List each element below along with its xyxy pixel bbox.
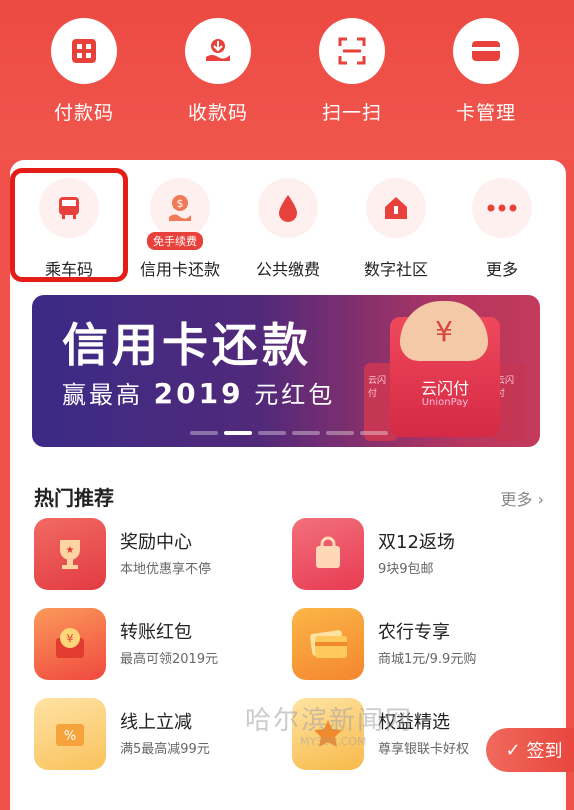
header-bar: 付款码 收款码 扫一扫 卡管理	[0, 0, 574, 160]
more-label: 更多	[500, 490, 533, 509]
banner-suffix: 元红包	[254, 381, 336, 409]
sign-in-button[interactable]: ✓ 签到	[486, 728, 574, 772]
banner-subtitle: 赢最高 2019 元红包	[62, 375, 335, 410]
rec-desc: 商城1元/9.9元购	[378, 652, 477, 667]
bank-card-icon	[292, 608, 364, 680]
service-label: 乘车码	[44, 260, 93, 279]
sign-in-label: 签到	[526, 741, 563, 762]
trophy-icon: ★	[34, 518, 106, 590]
svg-text:¥: ¥	[67, 632, 74, 645]
pagination-dot[interactable]	[258, 431, 286, 435]
receive-code-button[interactable]: 收款码	[158, 18, 278, 125]
pay-code-button[interactable]: 付款码	[24, 18, 144, 125]
rec-desc: 9块9包邮	[378, 562, 434, 577]
svg-text:★: ★	[66, 545, 75, 556]
red-envelope-icon: ¥	[34, 608, 106, 680]
rec-title: 奖励中心	[120, 532, 192, 553]
banner-prefix: 赢最高	[62, 381, 143, 409]
section-title: 热门推荐	[34, 486, 114, 510]
rec-title: 线上立减	[120, 712, 192, 733]
service-more[interactable]: 更多	[452, 178, 552, 280]
rec-item[interactable]: 农行专享 商城1元/9.9元购	[292, 608, 542, 680]
pagination-dot[interactable]	[190, 431, 218, 435]
service-label: 数字社区	[363, 260, 428, 279]
service-digital-community[interactable]: 数字社区	[346, 178, 446, 280]
hand-receive-icon	[185, 18, 251, 84]
rec-desc: 尊享银联卡好权	[378, 742, 470, 757]
watermark-sub: MY399.COM	[300, 735, 367, 748]
check-icon: ✓	[505, 739, 521, 761]
promo-banner[interactable]: 信用卡还款 赢最高 2019 元红包 云闪付 云闪付 云闪付 UnionPay …	[32, 295, 540, 447]
pagination-dot[interactable]	[360, 431, 388, 435]
home-icon	[366, 178, 426, 238]
envelope-brand-sub: UnionPay	[421, 397, 469, 408]
rec-desc: 满5最高减99元	[120, 742, 210, 757]
rec-item[interactable]: ¥ 转账红包 最高可领2019元	[34, 608, 284, 680]
service-label: 信用卡还款	[139, 260, 220, 279]
banner-amount: 2019	[153, 377, 244, 410]
credit-repay-icon: $	[150, 178, 210, 238]
envelope-brand: 云闪付	[420, 379, 469, 398]
service-label: 公共缴费	[255, 260, 320, 279]
section-more-link[interactable]: 更多 ›	[500, 486, 544, 510]
svg-text:%: %	[64, 729, 76, 744]
rec-title: 双12返场	[378, 532, 455, 553]
water-drop-icon	[258, 178, 318, 238]
service-transit-code[interactable]: 乘车码	[19, 178, 119, 280]
more-icon	[472, 178, 532, 238]
chevron-right-icon: ›	[537, 490, 544, 509]
banner-pagination[interactable]	[190, 431, 388, 435]
rec-desc: 本地优惠享不停	[120, 562, 212, 577]
scan-icon	[319, 18, 385, 84]
grid-code-icon	[51, 18, 117, 84]
receive-code-label: 收款码	[187, 102, 248, 124]
pagination-dot[interactable]	[292, 431, 320, 435]
card-manage-button[interactable]: 卡管理	[426, 18, 546, 125]
benefit-icon	[292, 698, 364, 770]
shopping-bag-icon	[292, 518, 364, 590]
rec-item[interactable]: ★ 奖励中心 本地优惠享不停	[34, 518, 284, 590]
rec-title: 转账红包	[120, 622, 192, 643]
rec-item[interactable]: % 线上立减 满5最高减99元	[34, 698, 284, 770]
train-icon	[39, 178, 99, 238]
service-public-payment[interactable]: 公共缴费	[238, 178, 338, 280]
scan-button[interactable]: 扫一扫	[292, 18, 412, 125]
fee-free-badge: 免手续费	[147, 232, 203, 250]
card-icon	[453, 18, 519, 84]
pagination-dot[interactable]	[326, 431, 354, 435]
service-credit-repay[interactable]: $ 免手续费 信用卡还款	[130, 178, 230, 280]
rec-title: 农行专享	[378, 622, 450, 643]
rec-item[interactable]: 双12返场 9块9包邮	[292, 518, 542, 590]
card-manage-label: 卡管理	[455, 102, 516, 124]
rec-desc: 最高可领2019元	[120, 652, 219, 667]
scan-label: 扫一扫	[321, 102, 382, 124]
main-card: 乘车码 $ 免手续费 信用卡还款 公共缴费 数字社区 更多 信用卡还款 赢最高 …	[10, 160, 566, 810]
pay-code-label: 付款码	[53, 102, 114, 124]
svg-text:$: $	[177, 197, 184, 210]
yuan-coin-icon: ¥	[400, 301, 488, 361]
rec-title: 权益精选	[378, 712, 450, 733]
service-label: 更多	[485, 260, 518, 279]
pagination-dot[interactable]	[224, 431, 252, 435]
coupon-icon: %	[34, 698, 106, 770]
banner-title: 信用卡还款	[62, 318, 312, 372]
